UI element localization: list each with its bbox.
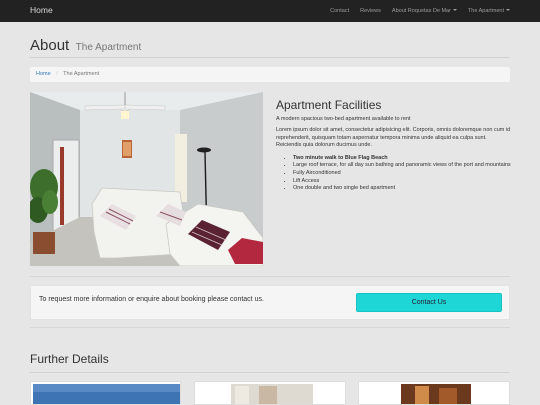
contact-us-button[interactable]: Contact Us bbox=[356, 293, 502, 312]
chevron-down-icon bbox=[506, 9, 510, 11]
page-title-text: About bbox=[30, 37, 70, 54]
contact-prompt: To request more information or enquire a… bbox=[39, 296, 264, 303]
divider bbox=[30, 276, 510, 277]
apartment-living-room-photo bbox=[30, 92, 263, 266]
nav-apartment-label: The Apartment bbox=[467, 8, 504, 14]
page-title: About The Apartment bbox=[30, 37, 510, 58]
nav-about-roquetas-label: About Roquetas De Mar bbox=[391, 8, 451, 14]
facilities-list: Two minute walk to Blue Flag Beach Large… bbox=[276, 155, 511, 193]
list-item: Two minute walk to Blue Flag Beach bbox=[293, 155, 511, 163]
breadcrumb-current: The Apartment bbox=[63, 71, 100, 77]
chevron-down-icon bbox=[452, 9, 457, 11]
further-details-heading: Further Details bbox=[30, 352, 510, 373]
detail-thumbnail-sea[interactable] bbox=[30, 381, 181, 405]
nav-links: Contact Reviews About Roquetas De Mar Th… bbox=[319, 0, 510, 22]
facilities-lead: A modern spacious two-bed apartment avai… bbox=[276, 116, 411, 122]
nav-reviews-link[interactable]: Reviews bbox=[360, 8, 381, 14]
facilities-description: Lorem ipsum dolor sit amet, consectetur … bbox=[276, 127, 511, 149]
list-item: Large roof terrace, for all day sun bath… bbox=[293, 162, 511, 170]
nav-contact-link[interactable]: Contact bbox=[330, 8, 349, 14]
nav-about-roquetas-dropdown[interactable]: About Roquetas De Mar bbox=[392, 8, 457, 14]
breadcrumb: Home / The Apartment bbox=[30, 67, 510, 82]
facilities-title: Apartment Facilities bbox=[276, 98, 382, 112]
divider bbox=[30, 327, 510, 328]
nav-home-link[interactable]: Home bbox=[30, 5, 53, 15]
apartment-facilities: Apartment Facilities A modern spacious t… bbox=[276, 98, 511, 193]
breadcrumb-separator: / bbox=[56, 71, 58, 77]
page-subtitle: The Apartment bbox=[75, 42, 142, 53]
list-item: Lift Access bbox=[293, 178, 511, 186]
detail-thumbnail-kitchen[interactable] bbox=[358, 381, 510, 405]
breadcrumb-home-link[interactable]: Home bbox=[36, 71, 51, 77]
contact-well: To request more information or enquire a… bbox=[30, 285, 510, 320]
list-item: Fully Airconditioned bbox=[293, 170, 511, 178]
list-item: One double and two single bed apartment bbox=[293, 185, 511, 193]
detail-thumbnail-bedroom[interactable] bbox=[194, 381, 346, 405]
navbar: Home Contact Reviews About Roquetas De M… bbox=[0, 0, 540, 22]
nav-apartment-dropdown[interactable]: The Apartment bbox=[468, 8, 510, 14]
